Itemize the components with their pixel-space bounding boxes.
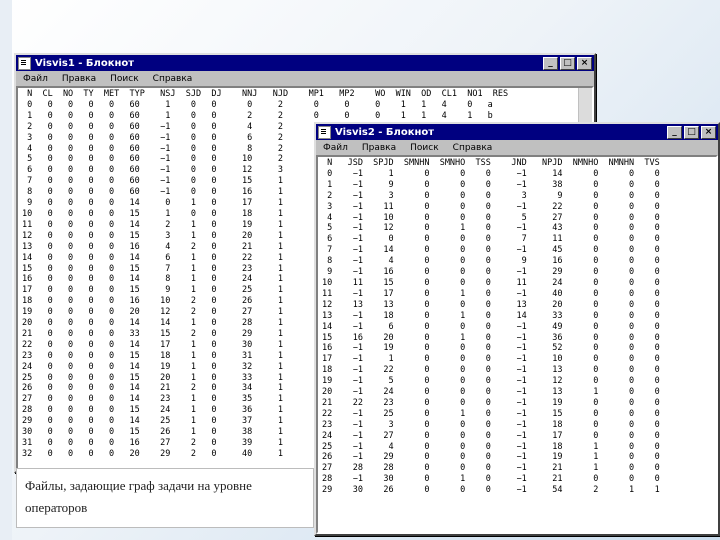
- notepad-icon: [18, 56, 31, 70]
- minimize-button[interactable]: _: [667, 125, 682, 139]
- close-button[interactable]: ×: [577, 56, 592, 70]
- menu-file[interactable]: Файл: [16, 74, 55, 84]
- window2-titlebar[interactable]: Visvis2 - Блокнот _ □ ×: [316, 124, 718, 140]
- window1-title: Visvis1 - Блокнот: [35, 57, 135, 69]
- maximize-button[interactable]: □: [684, 125, 699, 139]
- window2-title: Visvis2 - Блокнот: [335, 126, 435, 138]
- notepad-icon: [318, 125, 331, 139]
- maximize-button[interactable]: □: [560, 56, 575, 70]
- menu-help[interactable]: Справка: [446, 143, 500, 153]
- menu-search[interactable]: Поиск: [403, 143, 446, 153]
- menu-file[interactable]: Файл: [316, 143, 355, 153]
- menu-edit[interactable]: Правка: [55, 74, 103, 84]
- notepad-window-visvis2[interactable]: Visvis2 - Блокнот _ □ × Файл Правка Поис…: [314, 122, 720, 536]
- menu-help[interactable]: Справка: [146, 74, 200, 84]
- window1-menubar: Файл Правка Поиск Справка: [16, 71, 594, 86]
- window2-text-area[interactable]: N JSD SPJD SMNHN SMNHO TSS JND NPJD NMNH…: [316, 155, 718, 534]
- close-button[interactable]: ×: [701, 125, 716, 139]
- slide-left-bar: [0, 0, 12, 540]
- menu-edit[interactable]: Правка: [355, 143, 403, 153]
- window1-titlebar[interactable]: Visvis1 - Блокнот _ □ ×: [16, 55, 594, 71]
- slide-caption: Файлы, задающие граф задачи на уровне оп…: [16, 468, 314, 528]
- menu-search[interactable]: Поиск: [103, 74, 146, 84]
- minimize-button[interactable]: _: [543, 56, 558, 70]
- window2-text-content[interactable]: N JSD SPJD SMNHN SMNHO TSS JND NPJD NMNH…: [318, 157, 716, 496]
- window2-menubar: Файл Правка Поиск Справка: [316, 140, 718, 155]
